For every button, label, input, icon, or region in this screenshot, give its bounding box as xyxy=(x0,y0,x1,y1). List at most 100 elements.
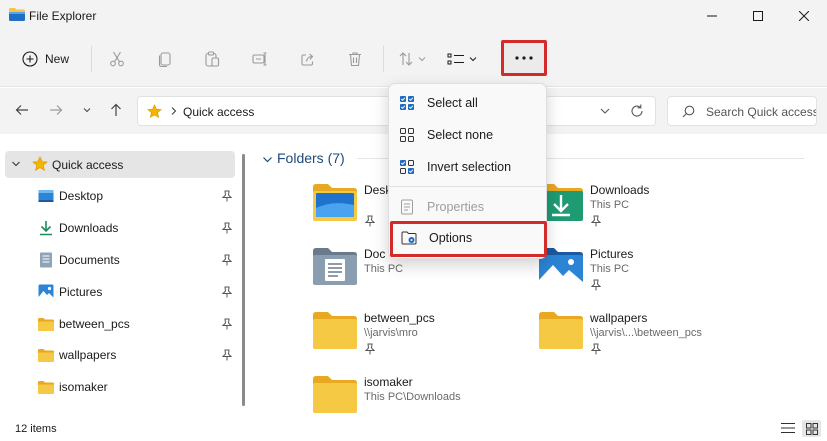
sidebar-item-pictures[interactable]: Pictures xyxy=(36,279,236,305)
invert-selection-icon xyxy=(400,160,414,174)
pin-icon xyxy=(222,190,232,202)
maximize-button[interactable] xyxy=(735,0,781,32)
folder-tile-pictures[interactable]: Pictures This PC xyxy=(539,246,759,306)
close-icon xyxy=(799,11,809,21)
folder-icon xyxy=(38,379,54,395)
menu-item-label: Options xyxy=(429,231,473,245)
pin-icon xyxy=(591,215,601,227)
pin-icon xyxy=(222,286,232,298)
desktop-folder-icon xyxy=(313,184,357,221)
folder-icon xyxy=(38,347,54,363)
sidebar-item-label: between_pcs xyxy=(59,317,130,331)
menu-item-options[interactable]: Options xyxy=(390,221,547,257)
sidebar-item-label: Quick access xyxy=(52,158,124,172)
folders-group-header[interactable]: Folders (7) xyxy=(277,150,345,166)
paste-icon xyxy=(205,51,220,67)
toolbar-divider xyxy=(91,46,92,72)
properties-icon xyxy=(401,199,413,215)
pin-icon xyxy=(222,222,232,234)
copy-icon xyxy=(158,52,171,67)
search-input[interactable] xyxy=(706,104,816,120)
minimize-button[interactable] xyxy=(689,0,735,32)
file-explorer-app-icon xyxy=(9,8,25,21)
sidebar-item-label: Desktop xyxy=(59,189,104,203)
menu-item-label: Invert selection xyxy=(427,160,512,174)
chevron-down-icon[interactable] xyxy=(599,105,611,117)
cut-button[interactable] xyxy=(102,44,132,74)
folder-location: This PC xyxy=(590,263,630,275)
chevron-down-icon xyxy=(469,57,477,62)
sidebar-item-isomaker[interactable]: isomaker xyxy=(36,374,236,400)
back-button[interactable] xyxy=(10,98,34,122)
pin-icon xyxy=(365,343,375,355)
share-button[interactable] xyxy=(293,44,323,74)
menu-item-label: Properties xyxy=(427,200,484,214)
search-icon xyxy=(682,105,695,118)
rename-icon xyxy=(252,52,267,66)
chevron-down-icon[interactable] xyxy=(262,154,273,165)
sidebar-scrollbar[interactable] xyxy=(242,154,245,406)
star-icon xyxy=(147,104,162,119)
sidebar-item-downloads[interactable]: Downloads xyxy=(36,215,236,241)
folder-name: Doc xyxy=(364,247,386,261)
folder-tile-downloads[interactable]: Downloads This PC xyxy=(539,182,759,242)
navigation-pane: Quick access Desktop Downloads Documents… xyxy=(0,134,247,416)
new-label: New xyxy=(45,52,70,66)
folder-location: This PC\Downloads xyxy=(364,391,461,403)
view-icon xyxy=(447,53,464,65)
new-button[interactable]: New xyxy=(14,44,77,74)
pin-icon xyxy=(365,215,375,227)
menu-item-properties[interactable]: Properties xyxy=(394,192,543,222)
tiles-view-button[interactable] xyxy=(802,420,821,437)
paste-button[interactable] xyxy=(197,44,227,74)
options-icon xyxy=(401,231,417,245)
sidebar-item-desktop[interactable]: Desktop xyxy=(36,183,236,209)
desktop-icon xyxy=(38,188,54,204)
recent-locations-button[interactable] xyxy=(75,98,99,122)
window-title: File Explorer xyxy=(29,9,97,23)
chevron-right-icon xyxy=(171,107,177,115)
folder-tile-wallpapers[interactable]: wallpapers \\jarvis\...\between_pcs xyxy=(539,310,759,370)
arrow-right-icon xyxy=(50,105,63,115)
address-location[interactable]: Quick access xyxy=(183,105,254,119)
sidebar-item-between-pcs[interactable]: between_pcs xyxy=(36,311,236,337)
pin-icon xyxy=(222,254,232,266)
copy-button[interactable] xyxy=(150,44,180,74)
sidebar-item-documents[interactable]: Documents xyxy=(36,247,236,273)
see-more-button[interactable] xyxy=(501,40,547,76)
view-button[interactable] xyxy=(447,44,477,74)
rename-button[interactable] xyxy=(245,44,275,74)
status-bar: 12 items xyxy=(0,416,827,441)
pictures-icon xyxy=(38,284,54,300)
sidebar-item-label: isomaker xyxy=(59,380,108,394)
sort-icon xyxy=(399,52,413,66)
details-view-icon[interactable] xyxy=(781,422,795,434)
star-icon xyxy=(32,156,48,171)
menu-item-select-none[interactable]: Select none xyxy=(394,120,543,150)
minimize-icon xyxy=(707,15,717,17)
folder-name: between_pcs xyxy=(364,311,435,325)
up-button[interactable] xyxy=(104,98,128,122)
menu-divider xyxy=(389,186,546,187)
delete-button[interactable] xyxy=(340,44,370,74)
sidebar-item-quick-access[interactable]: Quick access xyxy=(5,151,235,178)
sort-button[interactable] xyxy=(398,44,426,74)
pin-icon xyxy=(591,279,601,291)
close-button[interactable] xyxy=(781,0,827,32)
forward-button[interactable] xyxy=(44,98,68,122)
sidebar-item-wallpapers[interactable]: wallpapers xyxy=(36,342,236,368)
more-options-icon xyxy=(515,56,533,60)
chevron-down-icon xyxy=(83,108,91,113)
chevron-down-icon[interactable] xyxy=(11,159,21,169)
menu-item-select-all[interactable]: Select all xyxy=(394,88,543,118)
item-count: 12 items xyxy=(15,423,57,435)
refresh-icon[interactable] xyxy=(629,103,645,119)
command-bar: New xyxy=(0,32,827,87)
search-box[interactable] xyxy=(667,96,817,126)
folder-location: \\jarvis\...\between_pcs xyxy=(590,327,702,339)
folder-tile-between-pcs[interactable]: between_pcs \\jarvis\mro xyxy=(313,310,533,370)
menu-item-invert-selection[interactable]: Invert selection xyxy=(394,152,543,182)
menu-item-label: Select all xyxy=(427,96,478,110)
sidebar-item-label: Documents xyxy=(59,253,120,267)
menu-item-label: Select none xyxy=(427,128,494,142)
